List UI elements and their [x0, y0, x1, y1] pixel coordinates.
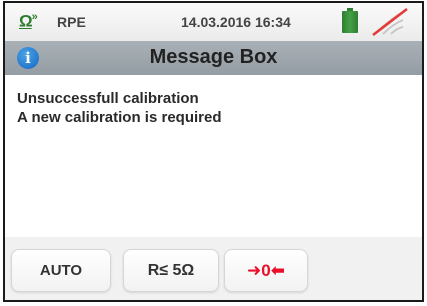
zero-calibration-button[interactable]: ➜0⬅ — [224, 249, 308, 292]
softkey-bar: AUTO R≤ 5Ω ➜0⬅ — [5, 237, 422, 300]
resistance-limit-button[interactable]: R≤ 5Ω — [123, 249, 219, 292]
status-bar: Ω» RPE 14.03.2016 16:34 — [5, 3, 422, 41]
battery-icon — [342, 8, 358, 33]
message-box-header: i Message Box — [5, 41, 422, 75]
page-title: Message Box — [149, 46, 278, 68]
message-line-1: Unsuccessfull calibration — [17, 90, 199, 107]
mode-label: RPE — [57, 14, 86, 30]
resistance-mode-icon: Ω» — [19, 11, 38, 31]
device-screen: Ω» RPE 14.03.2016 16:34 i Message Box Un… — [3, 1, 424, 302]
message-text: Unsuccessfull calibration A new calibrat… — [17, 89, 222, 127]
no-signal-icon — [372, 8, 408, 36]
auto-button[interactable]: AUTO — [11, 249, 111, 292]
date-time: 14.03.2016 16:34 — [181, 14, 291, 30]
message-line-2: A new calibration is required — [17, 109, 222, 126]
